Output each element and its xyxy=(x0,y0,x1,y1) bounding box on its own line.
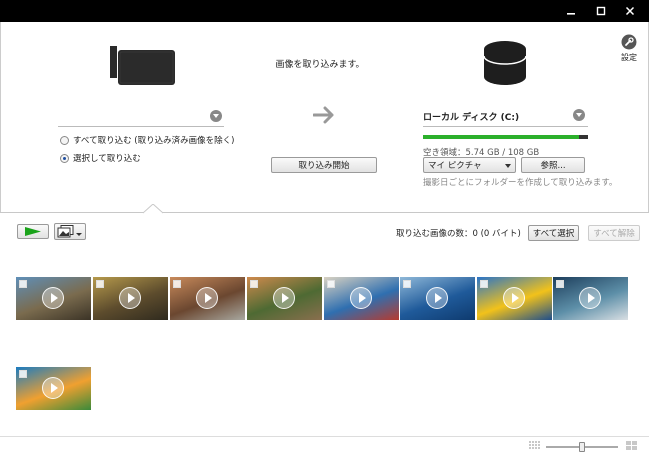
play-overlay-icon xyxy=(579,287,601,309)
folder-select-value: マイ ピクチャ xyxy=(428,161,482,171)
zoom-slider-thumb[interactable] xyxy=(579,442,585,452)
video-thumbnail[interactable] xyxy=(170,277,245,320)
title-bar xyxy=(0,0,649,22)
folder-select[interactable]: マイ ピクチャ xyxy=(423,157,516,173)
play-overlay-icon xyxy=(119,287,141,309)
minimize-icon[interactable] xyxy=(560,0,582,22)
video-thumbnail[interactable] xyxy=(16,277,91,320)
video-thumbnail[interactable] xyxy=(93,277,168,320)
import-selected-label: 選択して取り込む xyxy=(73,154,141,164)
video-thumbnail[interactable] xyxy=(16,367,91,410)
wrench-icon xyxy=(621,34,637,50)
thumbnail-checkbox[interactable] xyxy=(480,280,488,288)
import-count: 取り込む画像の数：0 (0 バイト) xyxy=(396,229,521,239)
settings-label: 設定 xyxy=(621,53,637,62)
video-thumbnail[interactable] xyxy=(477,277,552,320)
video-thumbnail[interactable] xyxy=(400,277,475,320)
chevron-down-icon xyxy=(576,112,582,117)
disk-dropdown-button[interactable] xyxy=(573,109,585,121)
thumbnail-checkbox[interactable] xyxy=(19,370,27,378)
thumbnail-checkbox[interactable] xyxy=(250,280,258,288)
play-overlay-icon xyxy=(503,287,525,309)
browse-button[interactable]: 参照... xyxy=(521,157,585,173)
thumbnail-checkbox[interactable] xyxy=(19,280,27,288)
thumbnail-checkbox[interactable] xyxy=(96,280,104,288)
start-import-button[interactable]: 取り込み開始 xyxy=(271,157,377,173)
thumbnail-checkbox[interactable] xyxy=(173,280,181,288)
import-all-label: すべて取り込む (取り込み済み画像を除く) xyxy=(73,136,235,146)
source-dropdown-button[interactable] xyxy=(210,110,222,122)
play-overlay-icon xyxy=(350,287,372,309)
import-all-radio[interactable] xyxy=(60,135,69,145)
video-thumbnail[interactable] xyxy=(247,277,322,320)
photo-stack-icon xyxy=(57,225,82,238)
disk-usage-fill xyxy=(423,135,580,139)
video-thumbnail[interactable] xyxy=(553,277,628,320)
thumbnail-checkbox[interactable] xyxy=(556,280,564,288)
play-overlay-icon xyxy=(426,287,448,309)
folder-hint: 撮影日ごとにフォルダーを作成して取り込みます。 xyxy=(423,178,618,188)
disk-name: ローカル ディスク (C:) xyxy=(423,113,520,123)
grid-large-icon[interactable] xyxy=(626,441,638,454)
settings-button[interactable]: 設定 xyxy=(615,33,643,63)
chevron-down-icon xyxy=(213,113,219,118)
maximize-icon[interactable] xyxy=(590,0,612,22)
play-icon xyxy=(25,227,41,236)
play-overlay-icon xyxy=(273,287,295,309)
video-camera-icon xyxy=(110,46,175,89)
play-overlay-icon xyxy=(196,287,218,309)
import-selected-radio[interactable] xyxy=(60,153,69,163)
chevron-down-icon xyxy=(505,164,511,168)
import-all-option[interactable]: すべて取り込む (取り込み済み画像を除く) xyxy=(60,134,234,146)
play-button[interactable] xyxy=(17,224,49,239)
view-mode-button[interactable] xyxy=(54,223,86,240)
disk-usage-bar xyxy=(423,135,588,139)
import-message: 画像を取り込みます。 xyxy=(275,60,365,70)
play-overlay-icon xyxy=(42,287,64,309)
hard-disk-icon xyxy=(482,40,528,89)
source-underline xyxy=(58,126,224,127)
import-selected-option[interactable]: 選択して取り込む xyxy=(60,152,141,164)
video-thumbnail[interactable] xyxy=(324,277,399,320)
thumbnail-checkbox[interactable] xyxy=(327,280,335,288)
disk-underline xyxy=(423,126,588,127)
arrow-right-icon xyxy=(312,106,335,127)
close-icon[interactable] xyxy=(619,0,641,22)
thumbnail-checkbox[interactable] xyxy=(403,280,411,288)
divider-notch xyxy=(142,203,164,217)
select-all-button[interactable]: すべて選択 xyxy=(528,225,579,241)
grid-small-icon[interactable] xyxy=(529,441,541,454)
play-overlay-icon xyxy=(42,377,64,399)
deselect-all-button: すべて解除 xyxy=(588,225,640,241)
panel-divider xyxy=(0,212,649,213)
